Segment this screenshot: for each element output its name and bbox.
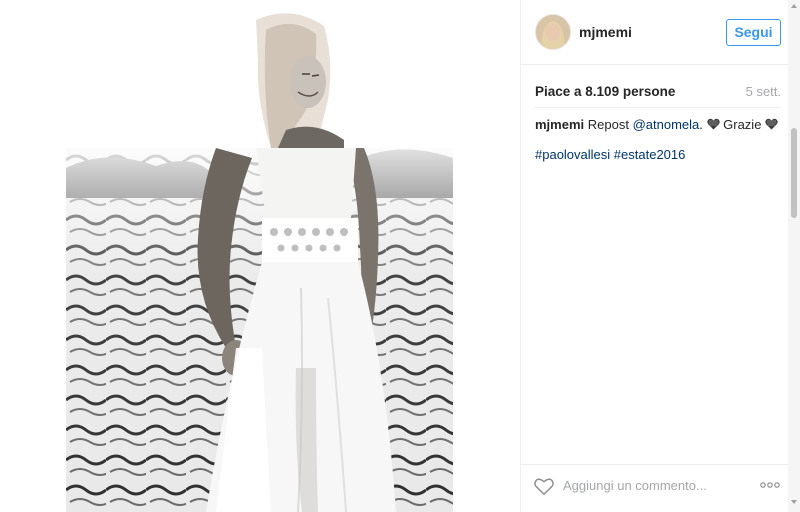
caption-username[interactable]: mjmemi	[535, 117, 584, 132]
hashtag-link[interactable]: #estate2016	[614, 147, 686, 162]
comment-bar	[521, 464, 789, 512]
scroll-down-arrow-icon[interactable]	[791, 500, 797, 504]
vertical-scrollbar[interactable]	[788, 0, 800, 512]
post-hashtags: #paolovallesi #estate2016	[535, 146, 781, 164]
post-details-panel: mjmemi Segui Piace a 8.109 persone 5 set…	[520, 0, 789, 512]
post-time[interactable]: 5 sett.	[746, 84, 781, 99]
post-caption: mjmemi Repost @atnomela. Grazie	[535, 116, 781, 134]
comment-input[interactable]	[563, 474, 743, 496]
black-heart-icon	[765, 117, 778, 130]
scroll-up-arrow-icon[interactable]	[791, 4, 797, 8]
scroll-thumb[interactable]	[791, 128, 797, 218]
post-photo	[66, 148, 453, 512]
media-area	[0, 0, 520, 512]
more-options-icon[interactable]	[759, 477, 781, 493]
photo-top	[66, 0, 453, 148]
instagram-post-page: mjmemi Segui Piace a 8.109 persone 5 set…	[0, 0, 800, 512]
caption-mention[interactable]: @atnomela	[633, 117, 700, 132]
heart-icon[interactable]	[533, 475, 555, 497]
caption-text: Repost	[587, 117, 629, 132]
user-avatar[interactable]	[535, 14, 571, 50]
caption-text-after: .	[699, 117, 707, 132]
caption-thanks: Grazie	[723, 117, 762, 132]
divider	[535, 107, 781, 108]
hashtag-link[interactable]: #paolovallesi	[535, 147, 610, 162]
black-heart-icon	[706, 117, 720, 130]
likes-count[interactable]: Piace a 8.109 persone	[535, 84, 675, 99]
follow-button[interactable]: Segui	[726, 19, 781, 46]
post-username[interactable]: mjmemi	[579, 24, 632, 40]
likes-row: Piace a 8.109 persone 5 sett.	[535, 84, 781, 102]
post-header: mjmemi Segui	[521, 0, 789, 65]
